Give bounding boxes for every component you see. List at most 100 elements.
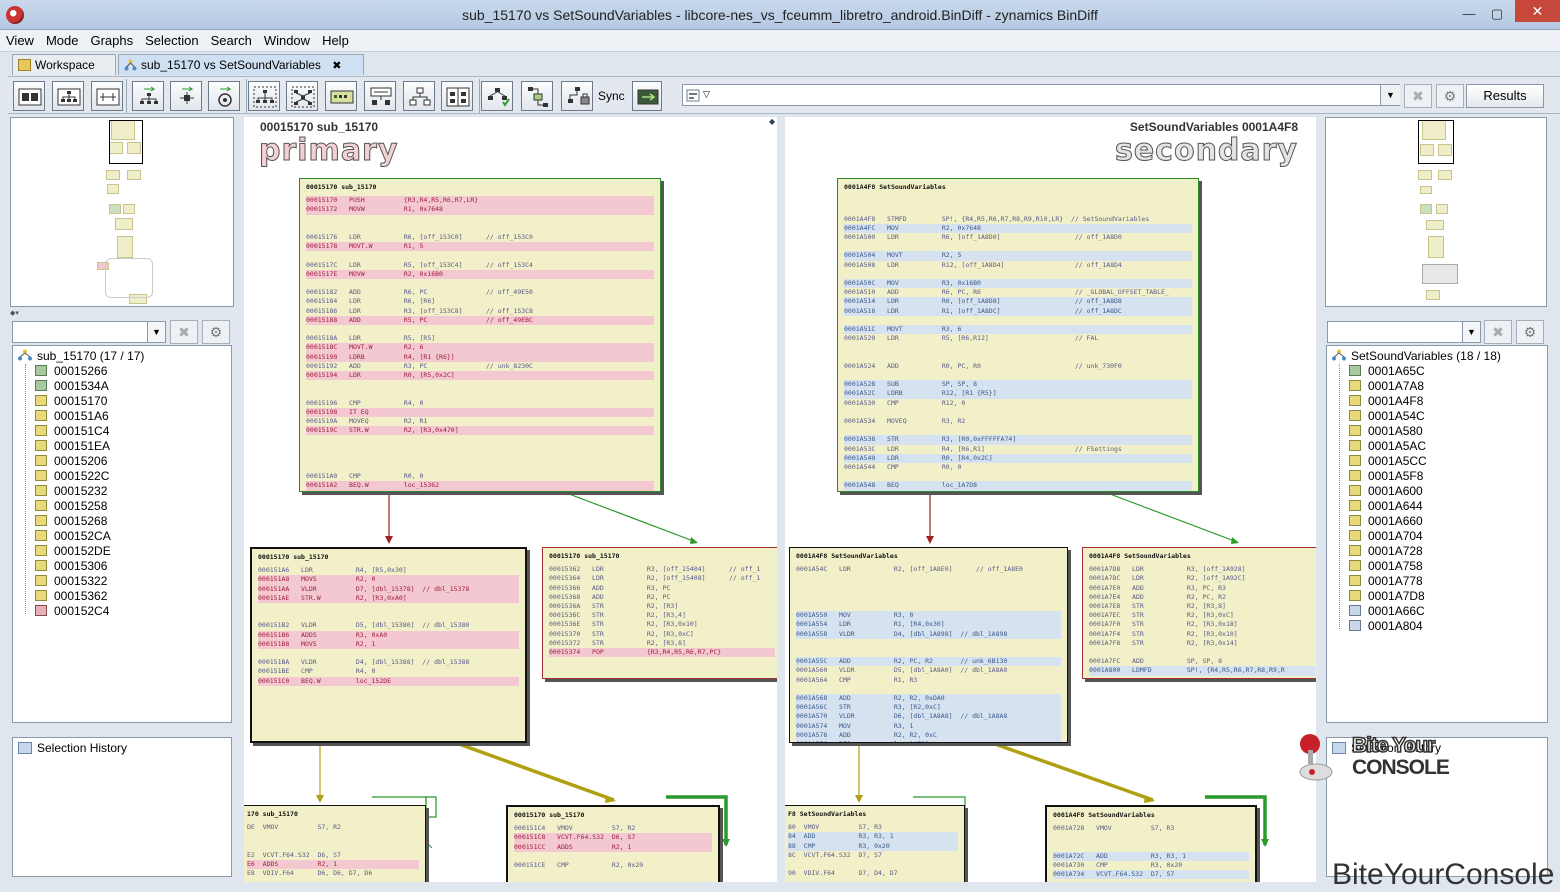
hierarchic-layout-button[interactable] xyxy=(52,81,84,111)
instruction-line[interactable]: 0001A7F8 STR R2, [R3,0x14] xyxy=(1089,639,1315,648)
instruction-line[interactable]: 000151CE CMP R2, 0x20 xyxy=(514,861,712,870)
instruction-line[interactable] xyxy=(306,215,654,224)
tree-item[interactable]: 000152C4 xyxy=(35,604,109,618)
instruction-line[interactable]: 0001536A STR R2, [R3] xyxy=(549,602,775,611)
menu-search[interactable]: Search xyxy=(205,30,258,48)
tree-item[interactable]: 0001A65C xyxy=(1349,364,1425,378)
instruction-line[interactable] xyxy=(796,602,1061,611)
pane-scroll-marker[interactable]: ◆ xyxy=(769,117,775,126)
instruction-line[interactable]: 0001A7DC LDR R2, [off_1A92C] xyxy=(1089,574,1315,583)
instruction-line[interactable]: 000151C8 VCVT.F64.S32 D6, S7 xyxy=(514,833,712,843)
tree-item[interactable]: 0001A66C xyxy=(1349,604,1425,618)
instruction-line[interactable]: 84 ADD R3, R3, 1 xyxy=(788,832,958,842)
tree-item[interactable]: 000151EA xyxy=(35,439,110,453)
tree-item[interactable]: 0001534A xyxy=(35,379,109,393)
instruction-line[interactable]: 00015178 MOVT.W R1, 5 xyxy=(306,242,654,252)
instruction-line[interactable] xyxy=(306,224,654,233)
instruction-line[interactable]: 000151CC ADDS R2, 1 xyxy=(514,842,712,852)
basic-block-0001A4F8[interactable]: 0001A4F8 SetSoundVariables 0001A4F8 STMFD… xyxy=(837,178,1199,492)
primary-filter-input[interactable]: ▼ xyxy=(12,321,166,343)
instruction-line[interactable] xyxy=(844,472,1192,481)
instruction-line[interactable]: 90 VDIV.F64 D7, D4, D7 xyxy=(788,869,958,878)
tree-item[interactable]: 0001A600 xyxy=(1349,484,1423,498)
secondary-filter-settings-button[interactable]: ⚙ xyxy=(1516,320,1544,344)
instruction-line[interactable] xyxy=(796,574,1061,583)
tree-item[interactable]: 00015266 xyxy=(35,364,107,378)
tree-item[interactable]: 0001A758 xyxy=(1349,559,1423,573)
instruction-line[interactable]: 0001A7FC ADD SP, SP, 8 xyxy=(1089,657,1315,666)
instruction-line[interactable]: 0001A520 LDR R5, [R6,R12] // FAL xyxy=(844,334,1192,343)
search-input[interactable]: ▽ xyxy=(682,84,1400,106)
tree-item[interactable]: 0001A728 xyxy=(1349,544,1423,558)
instruction-line[interactable] xyxy=(306,325,654,334)
instruction-line[interactable]: 0001519C STR.W R2, [R3,0x470] xyxy=(306,426,654,436)
instruction-line[interactable] xyxy=(844,196,1192,205)
instruction-line[interactable]: 88 CMP R3, 0x20 xyxy=(788,841,958,851)
basic-block-000151A6[interactable]: 00015170 sub_15170 000151A6 LDR R4, [R5,0… xyxy=(250,547,527,743)
instruction-line[interactable] xyxy=(306,389,654,398)
tree-item[interactable]: 00015322 xyxy=(35,574,107,588)
instruction-line[interactable]: 0001A56C STR R3, [R2,0xC] xyxy=(796,703,1061,713)
secondary-filter-input[interactable]: ▼ xyxy=(1327,321,1481,343)
basic-block-0001A728[interactable]: 0001A4F8 SetSoundVariables 0001A728 VMOV … xyxy=(1045,805,1257,882)
instruction-line[interactable]: 0001A530 CMP R12, 0 xyxy=(844,399,1192,408)
results-button[interactable]: Results xyxy=(1466,84,1544,108)
close-window-button[interactable]: ✕ xyxy=(1515,0,1560,22)
instruction-line[interactable] xyxy=(844,426,1192,435)
orthogonal-layout-button[interactable] xyxy=(91,81,123,111)
instruction-line[interactable] xyxy=(1089,648,1315,657)
instruction-line[interactable]: 00015184 LDR R6, [R6] xyxy=(306,297,654,306)
tree-item[interactable]: 0001A704 xyxy=(1349,529,1423,543)
instruction-line[interactable]: 00015170 PUSH {R3,R4,R5,R6,R7,LR} xyxy=(306,196,654,206)
instruction-line[interactable]: 0001A534 MOVEQ R3, R2 xyxy=(844,417,1192,426)
menu-help[interactable]: Help xyxy=(316,30,355,48)
instruction-line[interactable] xyxy=(1053,833,1249,842)
tree-item[interactable]: 0001522C xyxy=(35,469,109,483)
primary-filter-dropdown[interactable]: ▼ xyxy=(147,322,165,342)
instruction-line[interactable]: E2 VCVT.F64.S32 D6, S7 xyxy=(247,851,419,860)
center-splitter[interactable] xyxy=(777,117,785,882)
search-settings-button[interactable]: ⚙ xyxy=(1436,84,1464,108)
proximity-browsing-button[interactable] xyxy=(364,81,396,111)
propagate-selection-button[interactable] xyxy=(132,81,164,111)
delete-match-button[interactable] xyxy=(561,81,593,111)
instruction-line[interactable]: 00015364 LDR R2, [off_15408] // off_1 xyxy=(549,574,775,583)
menu-graphs[interactable]: Graphs xyxy=(84,30,139,48)
instruction-line[interactable] xyxy=(306,463,654,472)
instruction-line[interactable]: 000151A0 CMP R0, 0 xyxy=(306,472,654,481)
tree-item[interactable]: 0001A5F8 xyxy=(1349,469,1423,483)
secondary-filter-dropdown[interactable]: ▼ xyxy=(1462,322,1480,342)
instruction-line[interactable] xyxy=(247,842,419,851)
instruction-line[interactable]: 00015176 LDR R6, [off_153C0] // off_153C… xyxy=(306,233,654,242)
tree-item[interactable]: 00015258 xyxy=(35,499,107,513)
instruction-line[interactable]: 000151C4 VMOV S7, R2 xyxy=(514,824,712,833)
instruction-line[interactable]: 0001A508 LDR R12, [off_1A8D4] // off_1A8… xyxy=(844,261,1192,270)
instruction-line[interactable]: 00015362 LDR R3, [off_15404] // off_1 xyxy=(549,565,775,574)
instruction-line[interactable]: 0001518A LDR R5, [R5] xyxy=(306,334,654,343)
instruction-line[interactable]: 0001A734 VCVT.F64.S32 D7, S7 xyxy=(1053,870,1249,880)
instruction-line[interactable] xyxy=(306,380,654,389)
tree-item[interactable]: 00015206 xyxy=(35,454,107,468)
primary-filter-settings-button[interactable]: ⚙ xyxy=(202,320,230,344)
instruction-line[interactable]: E8 VDIV.F64 D6, D6, D7, D6 xyxy=(247,869,419,878)
basic-block-00015170[interactable]: 00015170 sub_15170 00015170 PUSH {R3,R4,R… xyxy=(299,178,661,492)
tab-close-icon[interactable]: ✖ xyxy=(332,60,341,72)
instruction-line[interactable]: 0001A728 VMOV S7, R3 xyxy=(1053,824,1249,833)
instruction-line[interactable]: 0001536C STR R2, [R3,4] xyxy=(549,611,775,620)
tree-item[interactable]: 0001A7A8 xyxy=(1349,379,1424,393)
tree-item[interactable]: 0001A778 xyxy=(1349,574,1423,588)
tree-item[interactable]: 0001A5CC xyxy=(1349,454,1427,468)
tree-item[interactable]: 000151C4 xyxy=(35,424,109,438)
instruction-line[interactable] xyxy=(306,454,654,463)
instruction-line[interactable]: 0001A558 VLDR D4, [dbl_1A898] // dbl_1A8… xyxy=(796,629,1061,639)
instruction-line[interactable]: 0001A4F8 STMFD SP!, {R4,R5,R6,R7,R8,R9,R… xyxy=(844,215,1192,224)
instruction-line[interactable] xyxy=(796,685,1061,694)
tree-item[interactable]: 00015306 xyxy=(35,559,107,573)
instruction-line[interactable]: 000151A8 MOVS R2, 0 xyxy=(258,575,519,585)
instruction-line[interactable]: 0001A55C ADD R2, PC, R2 // unk_6B130 xyxy=(796,657,1061,667)
tree-item[interactable]: 0001A54C xyxy=(1349,409,1425,423)
select-successors-button[interactable] xyxy=(286,81,318,111)
primary-graph-view[interactable]: 00015170 sub_15170 primary 00015170 sub_… xyxy=(244,117,777,882)
instruction-line[interactable]: 0001A52C LDRB R12, [R1 {R5}] xyxy=(844,389,1192,399)
maximize-button[interactable]: ▢ xyxy=(1485,5,1509,23)
